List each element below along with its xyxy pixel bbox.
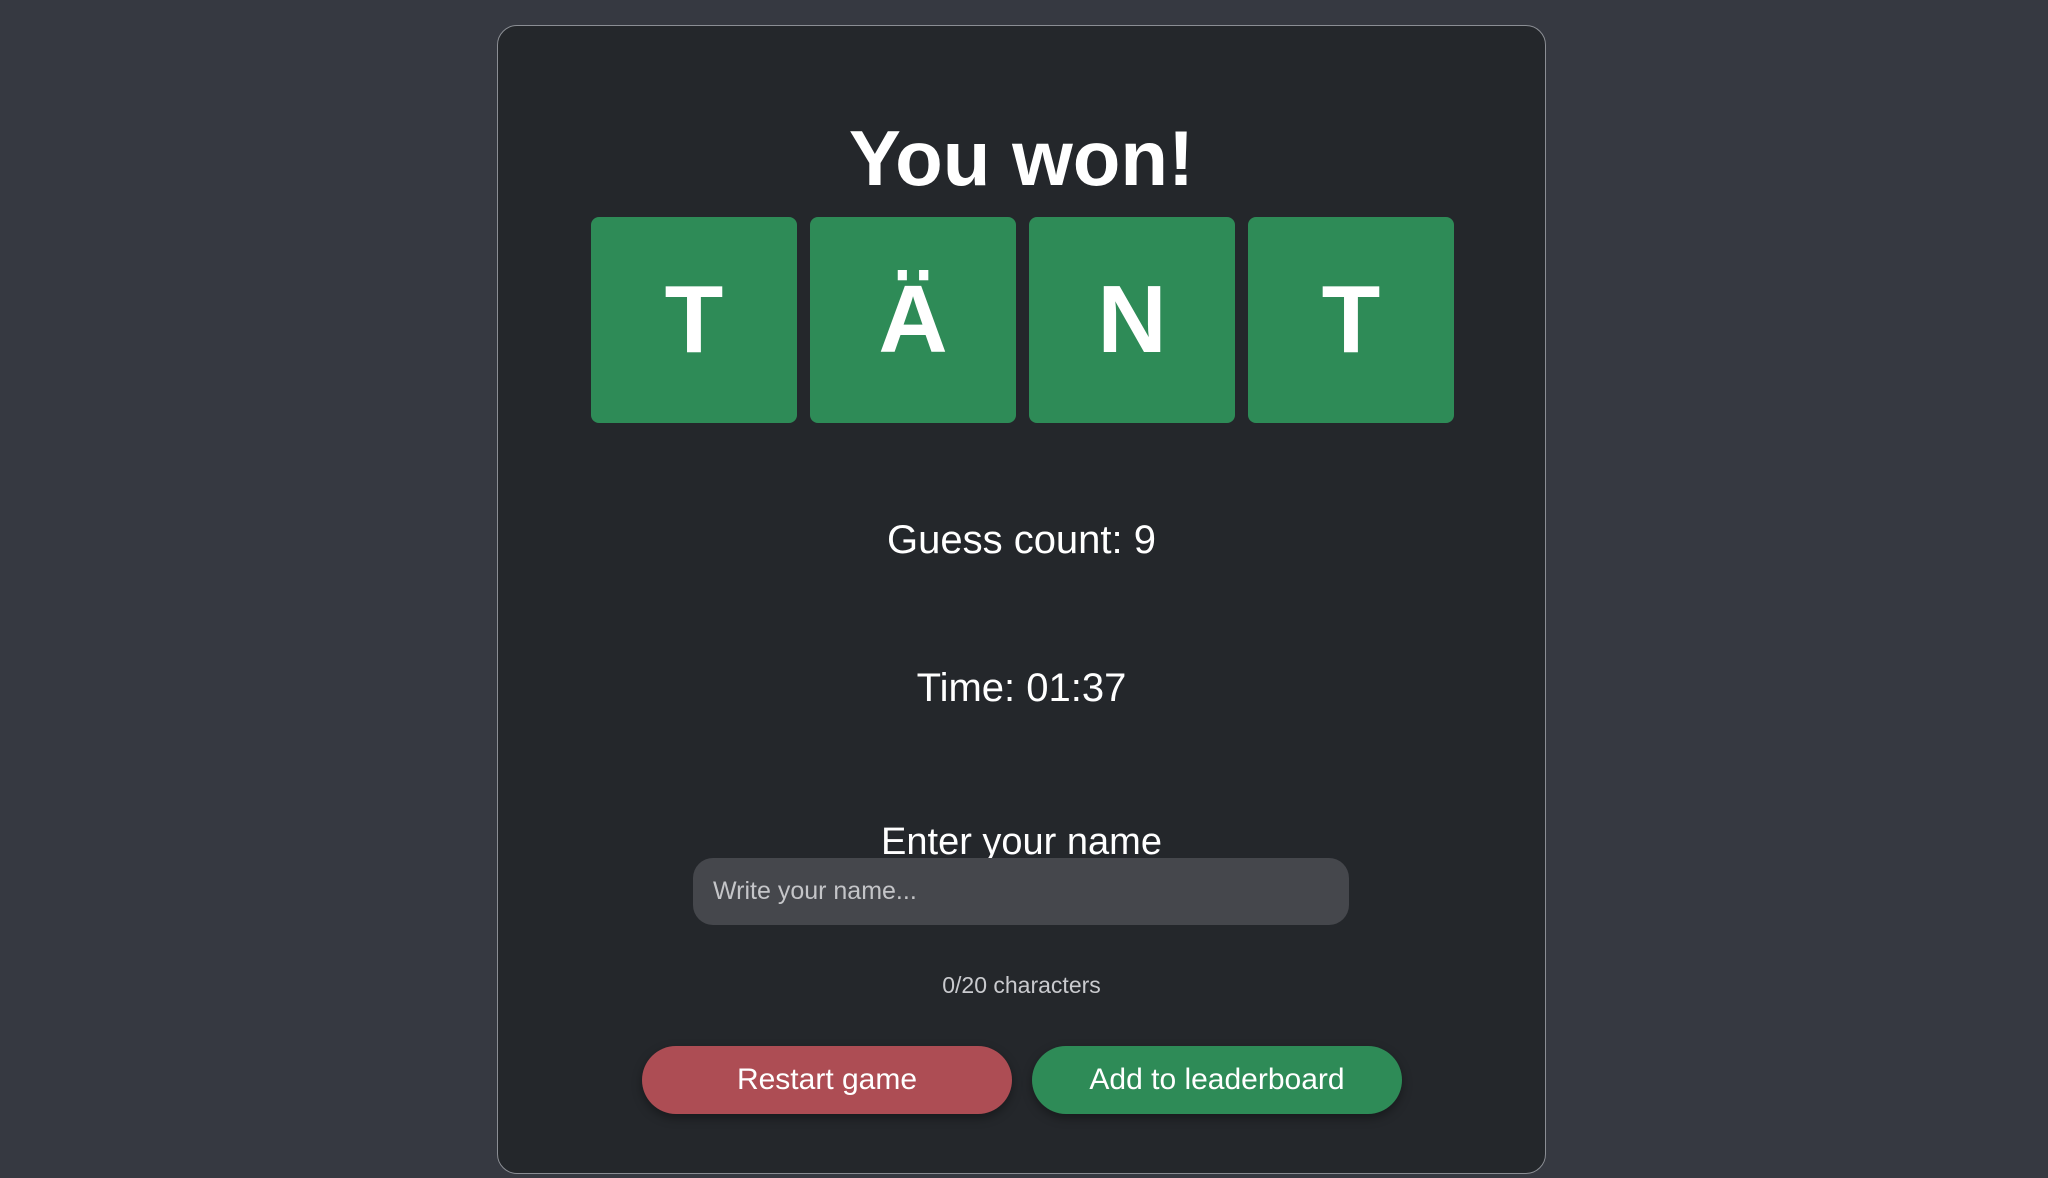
letter-tile: T [591, 217, 797, 423]
word-tiles: T Ä N T [591, 217, 1454, 423]
character-counter: 0/20 characters [942, 972, 1101, 998]
result-title: You won! [848, 114, 1195, 202]
elapsed-time: Time: 01:37 [916, 666, 1127, 710]
result-card: You won! T Ä N T Guess count: 9 Time: 01… [497, 25, 1546, 1174]
name-input[interactable] [693, 858, 1349, 925]
letter-tile: Ä [810, 217, 1016, 423]
restart-game-button[interactable]: Restart game [642, 1046, 1012, 1114]
guess-count: Guess count: 9 [886, 518, 1157, 562]
letter-tile: N [1029, 217, 1235, 423]
add-to-leaderboard-button[interactable]: Add to leaderboard [1032, 1046, 1402, 1114]
letter-tile: T [1248, 217, 1454, 423]
